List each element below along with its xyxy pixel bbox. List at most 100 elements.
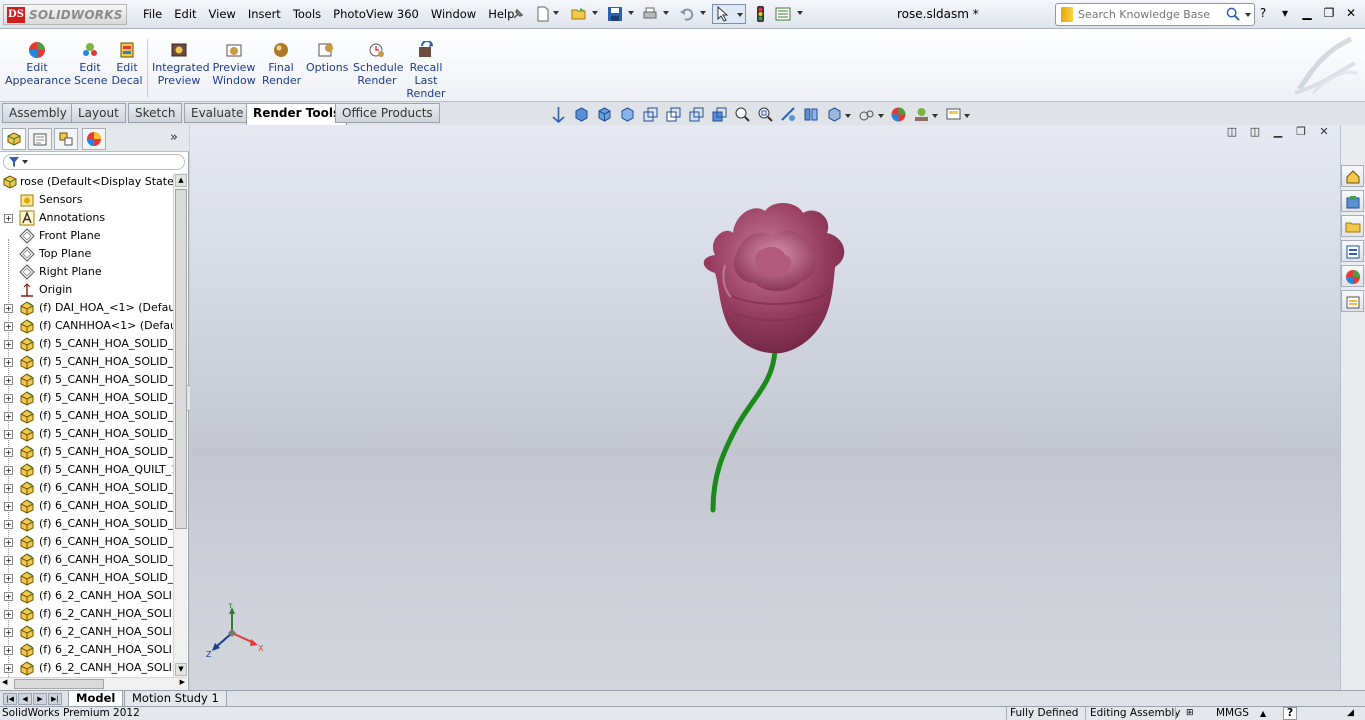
solidworks-logo[interactable]: DS SOLIDWORKS <box>3 4 127 25</box>
viewport-minimize-button[interactable]: ▁ <box>1270 125 1286 139</box>
schedule-render-button[interactable]: Schedule Render <box>353 41 404 87</box>
tab-office-products[interactable]: Office Products <box>335 103 440 123</box>
menu-tools[interactable]: Tools <box>287 6 327 23</box>
tree-item[interactable]: + (f) 5_CANH_HOA_SOLID_4 <box>0 389 173 407</box>
viewport-restore-button[interactable]: ❐ <box>1293 125 1309 139</box>
resize-grip-icon[interactable]: ◢ <box>1347 707 1354 720</box>
chevron-down-icon[interactable] <box>932 114 938 118</box>
menu-window[interactable]: Window <box>425 6 482 23</box>
custom-properties-tab[interactable] <box>1341 290 1364 312</box>
tree-item[interactable]: + (f) 6_CANH_HOA_SOLID_4 <box>0 533 173 551</box>
shaded-edges-cube-icon[interactable] <box>688 106 705 123</box>
menu-photoview-360[interactable]: PhotoView 360 <box>327 6 425 23</box>
expand-toggle-icon[interactable]: + <box>4 538 13 547</box>
tree-item[interactable]: Origin <box>0 281 173 299</box>
tree-item[interactable]: Right Plane <box>0 263 173 281</box>
appearances-scenes-tab[interactable] <box>1341 265 1364 287</box>
save-icon[interactable] <box>607 6 623 22</box>
configuration-manager-tab[interactable] <box>54 128 78 150</box>
tab-layout[interactable]: Layout <box>71 103 126 123</box>
expand-toggle-icon[interactable]: + <box>4 214 13 223</box>
search-icon[interactable] <box>1226 7 1241 22</box>
chevron-up-icon[interactable]: ▲ <box>1260 707 1266 720</box>
graphics-area[interactable]: ◫ ◫ ▁ ❐ ✕ Y X Z <box>190 125 1340 690</box>
print-icon[interactable] <box>642 6 658 22</box>
file-explorer-tab[interactable] <box>1341 215 1364 237</box>
tree-item[interactable]: + (f) 6_2_CANH_HOA_SOLID <box>0 659 173 677</box>
tree-item[interactable]: + (f) 5_CANH_HOA_SOLID_6 <box>0 425 173 443</box>
open-folder-icon[interactable] <box>571 6 587 22</box>
expand-toggle-icon[interactable]: + <box>4 376 13 385</box>
scroll-down-icon[interactable]: ▼ <box>175 663 187 676</box>
expand-toggle-icon[interactable]: + <box>4 340 13 349</box>
tree-item[interactable]: + (f) 5_CANH_HOA_SOLID_3 <box>0 371 173 389</box>
tree-item[interactable]: Top Plane <box>0 245 173 263</box>
tab-assembly[interactable]: Assembly <box>2 103 74 123</box>
display-style-icon[interactable] <box>826 106 843 123</box>
expand-toggle-icon[interactable]: + <box>4 502 13 511</box>
front-view-icon[interactable] <box>596 106 613 123</box>
chevron-down-icon[interactable] <box>663 11 669 15</box>
section-view-icon[interactable] <box>780 106 797 123</box>
tree-item[interactable]: + (f) 5_CANH_HOA_SOLID_2 <box>0 353 173 371</box>
chevron-down-icon[interactable]: ▾ <box>1277 6 1293 20</box>
expand-toggle-icon[interactable]: + <box>4 394 13 403</box>
scene-button[interactable]: Edit Scene <box>74 41 108 87</box>
tree-item[interactable]: + (f) 6_CANH_HOA_SOLID_1 <box>0 479 173 497</box>
wireframe-cube-icon[interactable] <box>642 106 659 123</box>
tab-render-tools[interactable]: Render Tools <box>246 103 348 125</box>
expand-toggle-icon[interactable]: + <box>4 556 13 565</box>
tile-horizontal-icon[interactable]: ◫ <box>1224 125 1240 139</box>
tree-item[interactable]: + (f) CANHHOA<1> (Default< <box>0 317 173 335</box>
expand-toggle-icon[interactable]: + <box>4 574 13 583</box>
tree-item[interactable]: + (f) DAI_HOA_<1> (Default <box>0 299 173 317</box>
status-units[interactable]: MMGS <box>1216 707 1249 720</box>
restore-button[interactable]: ❐ <box>1321 6 1337 20</box>
menu-view[interactable]: View <box>203 6 242 23</box>
property-manager-tab[interactable] <box>28 128 52 150</box>
expand-toggle-icon[interactable]: + <box>4 484 13 493</box>
menu-insert[interactable]: Insert <box>242 6 287 23</box>
tree-item[interactable]: + (f) 6_CANH_HOA_SOLID_3 <box>0 515 173 533</box>
tab-evaluate[interactable]: Evaluate <box>184 103 251 123</box>
prev-tab-icon[interactable]: ◀ <box>18 693 32 705</box>
tree-item[interactable]: + (f) 5_CANH_HOA_QUILT_1 <box>0 461 173 479</box>
first-tab-icon[interactable]: |◀ <box>3 693 17 705</box>
tree-filter-input[interactable] <box>3 154 185 170</box>
pin-icon[interactable] <box>510 6 526 22</box>
expand-panel-icon[interactable]: » <box>170 130 178 145</box>
final-render-button[interactable]: Final Render <box>262 41 301 87</box>
status-help-icon[interactable]: ? <box>1283 707 1298 720</box>
zoom-to-fit-arrows-icon[interactable] <box>550 106 567 123</box>
chevron-down-icon[interactable] <box>592 11 598 15</box>
decal-button[interactable]: Edit Decal <box>110 41 144 87</box>
close-button[interactable]: ✕ <box>1343 6 1359 20</box>
last-tab-icon[interactable]: ▶| <box>48 693 62 705</box>
undo-icon[interactable] <box>679 6 695 22</box>
tree-item[interactable]: + (f) 6_2_CANH_HOA_SOLID <box>0 623 173 641</box>
expand-toggle-icon[interactable]: + <box>4 646 13 655</box>
viewport-close-button[interactable]: ✕ <box>1316 125 1332 139</box>
expand-toggle-icon[interactable]: + <box>4 466 13 475</box>
tree-item[interactable]: + (f) 5_CANH_HOA_SOLID_1 <box>0 335 173 353</box>
recall-render-button[interactable]: Recall Last Render <box>406 41 446 100</box>
search-input[interactable] <box>1078 7 1223 22</box>
tree-item[interactable]: Front Plane <box>0 227 173 245</box>
menu-edit[interactable]: Edit <box>168 6 202 23</box>
scroll-right-icon[interactable]: ▶ <box>180 678 185 686</box>
help-icon[interactable]: ? <box>1255 6 1271 20</box>
model-tab-model[interactable]: Model <box>68 691 124 707</box>
expand-toggle-icon[interactable]: + <box>4 358 13 367</box>
tree-vertical-scrollbar[interactable]: ▲ ▼ <box>173 173 187 677</box>
view-settings-icon[interactable] <box>945 106 962 123</box>
tree-item[interactable]: + (f) 6_2_CANH_HOA_SOLID <box>0 641 173 659</box>
tree-horizontal-scrollbar[interactable]: ◀ ▶ <box>0 677 187 690</box>
expand-toggle-icon[interactable]: + <box>4 592 13 601</box>
tree-item[interactable]: + (f) 6_CANH_HOA_SOLID_5 <box>0 551 173 569</box>
edit-appearance-icon[interactable] <box>890 106 907 123</box>
file-properties-icon[interactable] <box>775 6 791 22</box>
tree-item[interactable]: Sensors <box>0 191 173 209</box>
expand-toggle-icon[interactable]: + <box>4 430 13 439</box>
zoom-area-icon[interactable] <box>757 106 774 123</box>
chevron-down-icon[interactable] <box>628 11 634 15</box>
